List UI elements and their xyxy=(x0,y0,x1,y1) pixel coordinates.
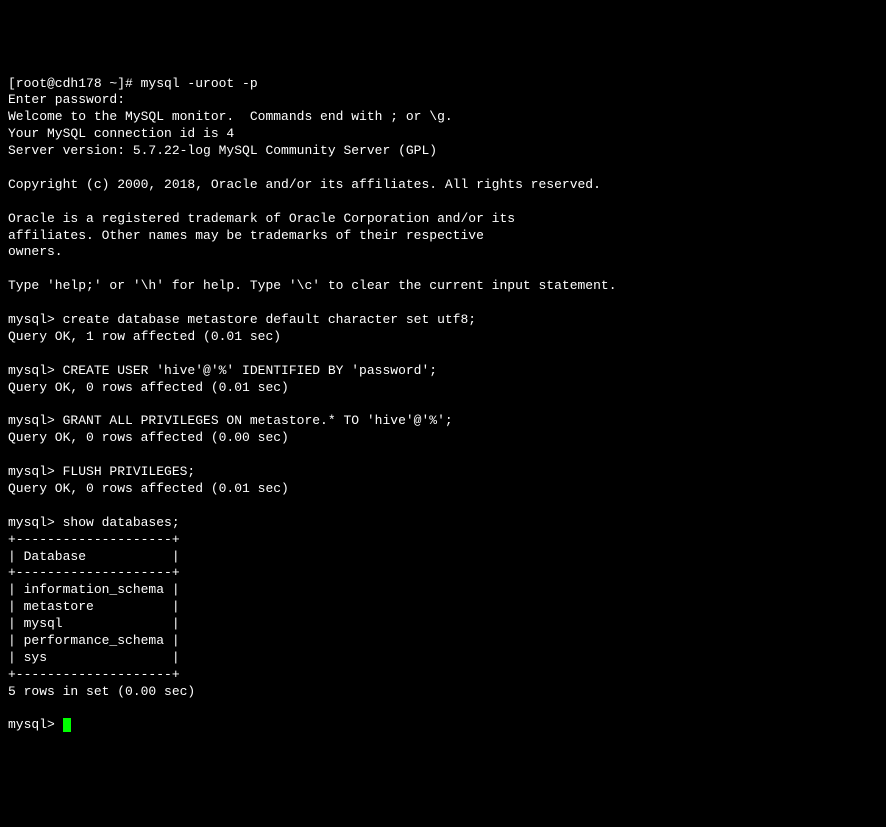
terminal-line: | performance_schema | xyxy=(8,633,180,648)
terminal-line: mysql> xyxy=(8,717,63,732)
terminal-line: mysql> FLUSH PRIVILEGES; xyxy=(8,464,195,479)
terminal-line: mysql> show databases; xyxy=(8,515,180,530)
terminal-line: Query OK, 0 rows affected (0.00 sec) xyxy=(8,430,289,445)
terminal-line: Query OK, 1 row affected (0.01 sec) xyxy=(8,329,281,344)
terminal-line: owners. xyxy=(8,244,63,259)
terminal-line: +--------------------+ xyxy=(8,667,180,682)
terminal-line: | metastore | xyxy=(8,599,180,614)
terminal-line: | sys | xyxy=(8,650,180,665)
terminal-line: +--------------------+ xyxy=(8,532,180,547)
terminal-line: Copyright (c) 2000, 2018, Oracle and/or … xyxy=(8,177,601,192)
terminal-line: | information_schema | xyxy=(8,582,180,597)
terminal-line: Query OK, 0 rows affected (0.01 sec) xyxy=(8,380,289,395)
terminal-line: Oracle is a registered trademark of Orac… xyxy=(8,211,515,226)
terminal-line: Enter password: xyxy=(8,92,125,107)
terminal-line: Welcome to the MySQL monitor. Commands e… xyxy=(8,109,453,124)
terminal-line: Type 'help;' or '\h' for help. Type '\c'… xyxy=(8,278,617,293)
terminal-output[interactable]: [root@cdh178 ~]# mysql -uroot -p Enter p… xyxy=(8,76,878,735)
cursor xyxy=(63,718,71,732)
terminal-line: Your MySQL connection id is 4 xyxy=(8,126,234,141)
terminal-line: | mysql | xyxy=(8,616,180,631)
terminal-line: [root@cdh178 ~]# mysql -uroot -p xyxy=(8,76,258,91)
terminal-line: +--------------------+ xyxy=(8,565,180,580)
terminal-line: | Database | xyxy=(8,549,180,564)
terminal-line: mysql> CREATE USER 'hive'@'%' IDENTIFIED… xyxy=(8,363,437,378)
terminal-line: mysql> GRANT ALL PRIVILEGES ON metastore… xyxy=(8,413,453,428)
terminal-line: mysql> create database metastore default… xyxy=(8,312,476,327)
terminal-line: Query OK, 0 rows affected (0.01 sec) xyxy=(8,481,289,496)
terminal-line: affiliates. Other names may be trademark… xyxy=(8,228,484,243)
terminal-line: Server version: 5.7.22-log MySQL Communi… xyxy=(8,143,437,158)
terminal-line: 5 rows in set (0.00 sec) xyxy=(8,684,195,699)
